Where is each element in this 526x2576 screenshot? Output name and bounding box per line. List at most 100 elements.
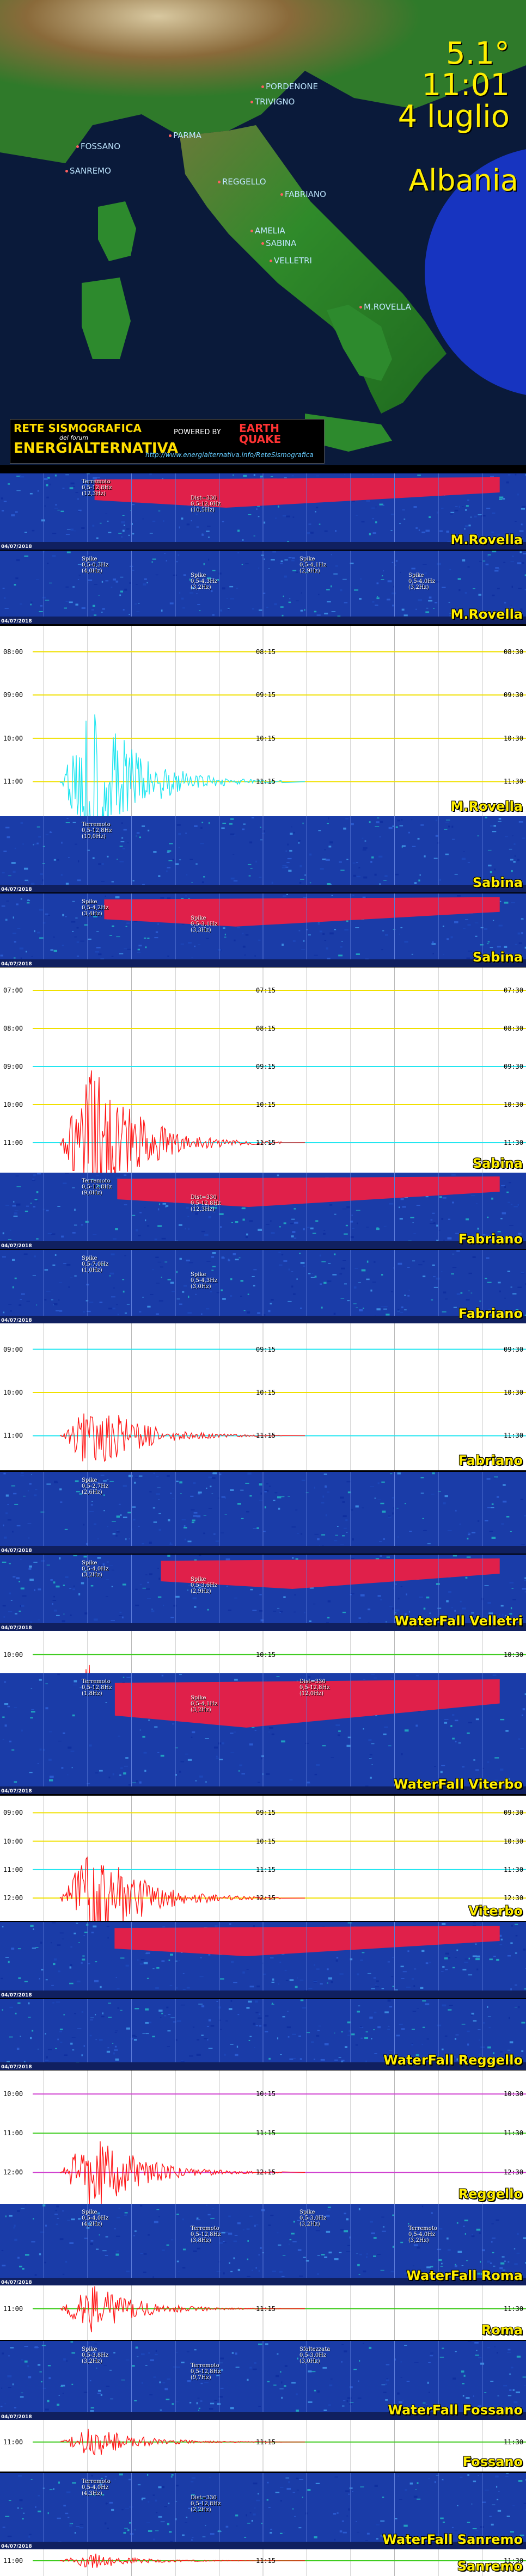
waterfall-noise (442, 925, 444, 927)
waterfall-noise (157, 923, 159, 925)
waterfall-noise (49, 1776, 54, 1778)
waterfall-noise (92, 525, 95, 527)
waterfall-noise (69, 1966, 72, 1969)
waterfall-noise (340, 870, 345, 871)
waterfall-noise (291, 475, 294, 477)
waterfall-noise (24, 555, 29, 557)
station-title: WaterFall Velletri (394, 1613, 523, 1629)
waterfall-noise (437, 1607, 442, 1609)
waterfall-noise (47, 2049, 52, 2050)
waterfall-noise (114, 2479, 117, 2480)
waterfall-noise (309, 1587, 314, 1589)
event-annotation: Spike 0,5-7,0Hz (1,0Hz) (82, 1255, 109, 1273)
waterfall-noise (310, 532, 314, 534)
station-title: WaterFall Viterbo (393, 1777, 523, 1792)
waterfall-noise (167, 850, 172, 852)
waterfall-noise (154, 1726, 158, 1728)
waterfall-noise (490, 871, 492, 873)
waterfall-noise (515, 1985, 517, 1986)
waterfall-noise (46, 563, 49, 564)
waterfall-noise (31, 2241, 35, 2242)
waterfall-noise (1, 510, 4, 511)
waterfall-noise (255, 2000, 258, 2003)
waterfall-noise (32, 2030, 34, 2032)
waterfall-noise (151, 1609, 153, 1610)
waterfall-noise (92, 605, 95, 607)
waterfall-noise (247, 864, 252, 865)
waterfall-noise (392, 1607, 394, 1610)
waterfall-spectrogram (0, 1922, 526, 1998)
waterfall-noise (53, 1958, 57, 1961)
waterfall-noise (338, 1730, 341, 1732)
waterfall-noise (73, 1585, 75, 1587)
waterfall-noise (280, 563, 283, 564)
waterfall-noise (187, 1589, 188, 1591)
waterfall-noise (400, 1198, 404, 1200)
waterfall-noise (10, 2347, 14, 2349)
waterfall-noise (23, 2512, 25, 2514)
waterfall-noise (210, 2533, 215, 2535)
waterfall-noise (124, 2214, 127, 2216)
waterfall-noise (125, 926, 127, 927)
waterfall-noise (341, 2405, 345, 2407)
waterfall-noise (511, 586, 513, 588)
banner-url-link[interactable]: http://www.energialternativa.info/ReteSi… (145, 451, 314, 459)
waterfall-noise (258, 516, 260, 517)
hour-label: 10:00 (3, 2090, 23, 2098)
waterfall-noise (490, 2262, 492, 2264)
waterfall-noise (437, 2024, 442, 2026)
waterfall-noise (179, 1224, 182, 1226)
waterfall-noise (442, 2347, 444, 2349)
waterfall-noise (12, 2383, 14, 2386)
waterfall-noise (20, 1605, 21, 1607)
waterfall-noise (65, 601, 69, 602)
waterfall-noise (249, 2036, 252, 2037)
waterfall-noise (484, 1585, 489, 1586)
waterfall-noise (89, 1302, 94, 1303)
waterfall-noise (57, 1944, 61, 1946)
waterfall-noise (212, 1472, 215, 1474)
waterfall-noise (392, 562, 394, 563)
waterfall-noise (258, 2343, 262, 2345)
network-banner[interactable]: RETE SISMOGRAFICA del forum ENERGIALTERN… (10, 419, 325, 464)
waterfall-noise (324, 530, 328, 532)
waterfall-noise (344, 474, 346, 475)
waterfall-noise (473, 2480, 476, 2482)
event-annotation: Dist=330 0,5-12,8Hz (12,0Hz) (299, 1679, 330, 1697)
waterfall-noise (410, 1217, 414, 1218)
waterfall-noise (182, 1988, 186, 1990)
waterfall-noise (147, 1581, 149, 1583)
waterfall-noise (168, 860, 173, 861)
waterfall-noise (466, 1218, 469, 1221)
waterfall-noise (510, 1942, 513, 1944)
waterfall-noise (333, 1253, 336, 1255)
waterfall-noise (247, 1311, 250, 1314)
waterfall-noise (454, 509, 458, 511)
waterfall-noise (149, 1573, 153, 1575)
waterfall-noise (49, 831, 52, 833)
waterfall-noise (507, 2395, 512, 2396)
waterfall-noise (370, 861, 372, 863)
waterfall-noise (510, 1988, 512, 1990)
waterfall-noise (254, 2225, 256, 2227)
waterfall-noise (500, 1605, 504, 1607)
waterfall-noise (392, 1986, 394, 1988)
waterfall-noise (128, 1475, 133, 1477)
waterfall-noise (242, 933, 244, 935)
waterfall-noise (475, 1943, 477, 1945)
waterfall-noise (293, 1293, 296, 1295)
waterfall-noise (167, 2523, 170, 2525)
waterfall-noise (503, 1484, 506, 1486)
waterfall-noise (420, 1493, 424, 1494)
waterfall-noise (120, 1767, 123, 1769)
waterfall-noise (106, 1579, 109, 1581)
waterfall-noise (358, 2208, 360, 2210)
waterfall-noise (228, 1259, 230, 1260)
waterfall-noise (95, 951, 99, 953)
waterfall-noise (124, 1204, 127, 1206)
waterfall-noise (30, 883, 35, 885)
waterfall-noise (379, 836, 381, 837)
waterfall-noise (265, 2031, 268, 2032)
waterfall-noise (446, 819, 450, 821)
waterfall-noise (79, 2524, 84, 2525)
